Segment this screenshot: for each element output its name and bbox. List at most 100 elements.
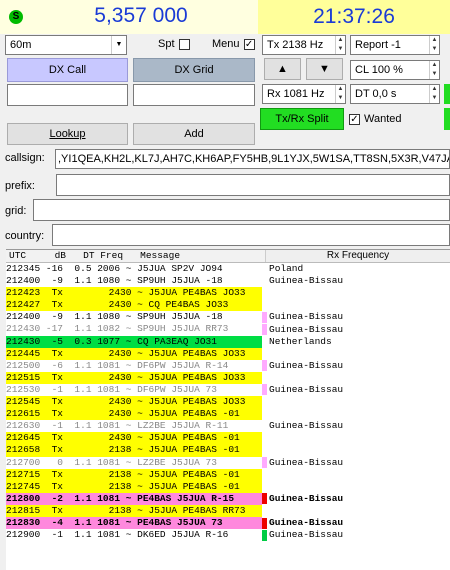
row-country: Guinea-Bissau [262, 493, 450, 505]
spt-label: Spt [158, 38, 175, 50]
row-country [262, 396, 450, 408]
table-row[interactable]: 212700 0 1.1 1081 ~ LZ2BE J5JUA 73 Guinea… [6, 456, 450, 469]
row-message: 212700 0 1.1 1081 ~ LZ2BE J5JUA 73 [6, 456, 262, 469]
chevron-down-icon[interactable]: ▼ [111, 36, 126, 54]
row-message: 212423 Tx 2430 ~ J5JUA PE4BAS JO33 [6, 287, 262, 300]
header-left: UTC dB DT Freq Message [9, 250, 181, 261]
table-row[interactable]: 212430 -17 1.1 1082 ~ SP9UH J5JUA RR73 Gu… [6, 323, 450, 336]
spin-arrows-icon[interactable]: ▲ ▼ [429, 36, 439, 54]
row-country-text: Guinea-Bissau [269, 517, 344, 529]
right-edge-indicator [444, 108, 450, 130]
spt-check-box[interactable] [178, 38, 190, 50]
clock-display: 21:37:26 [258, 0, 450, 34]
rx-frequency-spinbox[interactable]: Rx 1081 Hz ▲ ▼ [262, 84, 346, 104]
row-country-text: Guinea-Bissau [269, 275, 344, 287]
decode-table: UTC dB DT Freq Message Rx Frequency 2123… [6, 249, 450, 570]
row-country [262, 372, 450, 384]
table-row[interactable]: 212645 Tx 2430 ~ J5JUA PE4BAS -01 [6, 432, 450, 445]
table-row[interactable]: 212615 Tx 2430 ~ J5JUA PE4BAS -01 [6, 408, 450, 421]
frequency-down-button[interactable]: ▼ [306, 58, 343, 80]
row-country-text: Guinea-Bissau [269, 323, 344, 335]
callsign-filter-input[interactable]: ,YI1QEA,KH2L,KL7J,AH7C,KH6AP,FY5HB,9L1YJ… [55, 149, 450, 169]
row-marker [262, 517, 267, 529]
table-row[interactable]: 212800 -2 1.1 1081 ~ PE4BAS J5JUA R-15 Gu… [6, 492, 450, 505]
frequency-display: 5,357 000 [94, 4, 188, 27]
table-row[interactable]: 212715 Tx 2138 ~ J5JUA PE4BAS -01 [6, 468, 450, 481]
grid-filter-input[interactable] [33, 199, 450, 221]
row-message: 212645 Tx 2430 ~ J5JUA PE4BAS -01 [6, 432, 262, 445]
row-country-text: Guinea-Bissau [269, 359, 344, 371]
row-marker [262, 263, 267, 275]
spt-checkbox[interactable]: Spt [158, 38, 190, 50]
row-country-text: Guinea-Bissau [269, 383, 344, 395]
frequency-up-button[interactable]: ▲ [264, 58, 301, 80]
row-message: 212545 Tx 2430 ~ J5JUA PE4BAS JO33 [6, 396, 262, 409]
prefix-label: prefix: [5, 180, 35, 192]
row-marker [262, 360, 267, 372]
row-country [262, 469, 450, 481]
dx-call-input[interactable] [7, 84, 128, 106]
dx-grid-label: DX Grid [133, 58, 255, 82]
report-spinbox[interactable]: Report -1 ▲ ▼ [350, 35, 440, 55]
table-row[interactable]: 212400 -9 1.1 1080 ~ SP9UH J5JUA -18 Guin… [6, 311, 450, 324]
row-message: 212400 -9 1.1 1080 ~ SP9UH J5JUA -18 [6, 311, 262, 324]
status-badge: S [9, 10, 23, 24]
cl-spinbox[interactable]: CL 100 % ▲ ▼ [350, 60, 440, 80]
table-row[interactable]: 212530 -1 1.1 1081 ~ DF6PW J5JUA 73 Guine… [6, 383, 450, 397]
row-country-text: Guinea-Bissau [269, 492, 344, 504]
prefix-filter-input[interactable] [56, 174, 450, 196]
dx-grid-input[interactable] [133, 84, 255, 106]
row-country: Guinea-Bissau [262, 323, 450, 336]
spin-arrows-icon[interactable]: ▲ ▼ [335, 36, 345, 54]
table-rows: 212345 -16 0.5 2006 ~ J5JUA SP2V JO94 Pol… [6, 263, 450, 542]
spin-arrows-icon[interactable]: ▲ ▼ [429, 85, 439, 103]
table-row[interactable]: 212515 Tx 2430 ~ J5JUA PE4BAS JO33 [6, 371, 450, 384]
row-country: Guinea-Bissau [262, 311, 450, 323]
table-row[interactable]: 212745 Tx 2138 ~ J5JUA PE4BAS -01 [6, 480, 450, 493]
wanted-checkbox[interactable]: ✓ Wanted [349, 113, 402, 125]
table-row[interactable]: 212427 Tx 2430 ~ CQ PE4BAS JO33 [6, 299, 450, 312]
spin-arrows-icon[interactable]: ▲ ▼ [335, 85, 345, 103]
spin-arrows-icon[interactable]: ▲ ▼ [429, 61, 439, 79]
dt-value: DT 0,0 s [355, 88, 397, 100]
row-country: Guinea-Bissau [262, 384, 450, 396]
table-row[interactable]: 212345 -16 0.5 2006 ~ J5JUA SP2V JO94 Pol… [6, 263, 450, 276]
table-row[interactable]: 212630 -1 1.1 1081 ~ LZ2BE J5JUA R-11 Gui… [6, 420, 450, 433]
menu-checkbox[interactable]: Menu ✓ [212, 38, 255, 50]
table-row[interactable]: 212900 -1 1.1 1081 ~ DK6ED J5JUA R-16 Gui… [6, 529, 450, 542]
tx-frequency-spinbox[interactable]: Tx 2138 Hz ▲ ▼ [262, 35, 346, 55]
row-message: 212430 -17 1.1 1082 ~ SP9UH J5JUA RR73 [6, 323, 262, 336]
table-header: UTC dB DT Freq Message Rx Frequency [6, 250, 450, 263]
row-message: 212515 Tx 2430 ~ J5JUA PE4BAS JO33 [6, 371, 262, 384]
dt-spinbox[interactable]: DT 0,0 s ▲ ▼ [350, 84, 440, 104]
row-message: 212830 -4 1.1 1081 ~ PE4BAS J5JUA 73 [6, 516, 262, 530]
row-country-text: Guinea-Bissau [269, 420, 344, 432]
country-filter-input[interactable] [52, 224, 450, 246]
table-row[interactable]: 212545 Tx 2430 ~ J5JUA PE4BAS JO33 [6, 396, 450, 409]
table-row[interactable]: 212658 Tx 2138 ~ J5JUA PE4BAS -01 [6, 444, 450, 457]
table-row[interactable]: 212445 Tx 2430 ~ J5JUA PE4BAS JO33 [6, 347, 450, 360]
band-value: 60m [10, 39, 32, 51]
row-message: 212715 Tx 2138 ~ J5JUA PE4BAS -01 [6, 468, 262, 481]
lookup-button[interactable]: Lookup [7, 123, 128, 145]
table-row[interactable]: 212400 -9 1.1 1080 ~ SP9UH J5JUA -18 Guin… [6, 275, 450, 288]
table-row[interactable]: 212815 Tx 2138 ~ J5JUA PE4BAS RR73 [6, 504, 450, 517]
row-message: 212500 -6 1.1 1081 ~ DF6PW J5JUA R-14 [6, 359, 262, 372]
wanted-check-box[interactable]: ✓ [349, 113, 360, 125]
table-row[interactable]: 212423 Tx 2430 ~ J5JUA PE4BAS JO33 [6, 287, 450, 300]
table-row[interactable]: 212830 -4 1.1 1081 ~ PE4BAS J5JUA 73 Guin… [6, 516, 450, 530]
tx-rx-split-button[interactable]: Tx/Rx Split [260, 108, 344, 130]
table-row[interactable]: 212430 -5 0.3 1077 ~ CQ PA3EAQ JO31 Nethe… [6, 335, 450, 348]
report-value: Report -1 [355, 39, 401, 51]
row-country: Poland [262, 263, 450, 275]
row-country [262, 299, 450, 311]
band-select[interactable]: 60m ▼ [5, 35, 127, 55]
menu-check-box[interactable]: ✓ [243, 38, 255, 50]
row-message: 212900 -1 1.1 1081 ~ DK6ED J5JUA R-16 [6, 529, 262, 542]
right-edge-indicator-top [444, 84, 450, 104]
add-button[interactable]: Add [133, 123, 255, 145]
row-message: 212345 -16 0.5 2006 ~ J5JUA SP2V JO94 [6, 263, 262, 276]
table-row[interactable]: 212500 -6 1.1 1081 ~ DF6PW J5JUA R-14 Gui… [6, 359, 450, 372]
row-marker [262, 529, 267, 541]
row-country: Guinea-Bissau [262, 457, 450, 469]
